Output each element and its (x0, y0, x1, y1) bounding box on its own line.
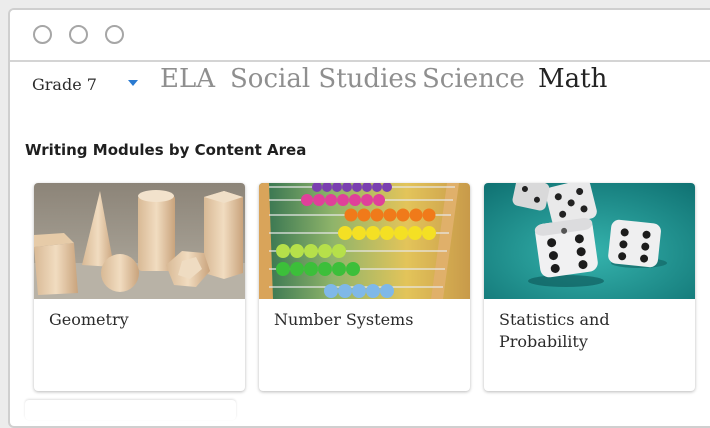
chevron-down-icon[interactable] (128, 80, 138, 86)
abacus-image (259, 183, 470, 299)
card-title: Number Systems (274, 310, 414, 329)
module-card-number-systems[interactable]: Number Systems (259, 183, 470, 391)
grade-select[interactable]: Grade 7 (32, 70, 148, 98)
window-titlebar (10, 10, 710, 62)
module-card-statistics-probability[interactable]: Statistics and Probability (484, 183, 695, 391)
module-card-geometry[interactable]: Geometry (34, 183, 245, 391)
tab-ela[interactable]: ELA (160, 64, 215, 94)
window-close-button[interactable] (33, 25, 52, 44)
next-row-card[interactable] (25, 400, 236, 420)
tab-science[interactable]: Science (422, 64, 525, 94)
dice-image (484, 183, 695, 299)
section-heading: Writing Modules by Content Area (25, 141, 307, 159)
window-maximize-button[interactable] (105, 25, 124, 44)
card-title: Geometry (49, 310, 129, 329)
card-title: Statistics and Probability (499, 310, 610, 351)
tab-social-studies[interactable]: Social Studies (230, 64, 417, 94)
tab-math[interactable]: Math (538, 64, 607, 94)
grade-select-label: Grade 7 (32, 74, 97, 94)
geometric-solids-image (34, 183, 245, 299)
window-minimize-button[interactable] (69, 25, 88, 44)
